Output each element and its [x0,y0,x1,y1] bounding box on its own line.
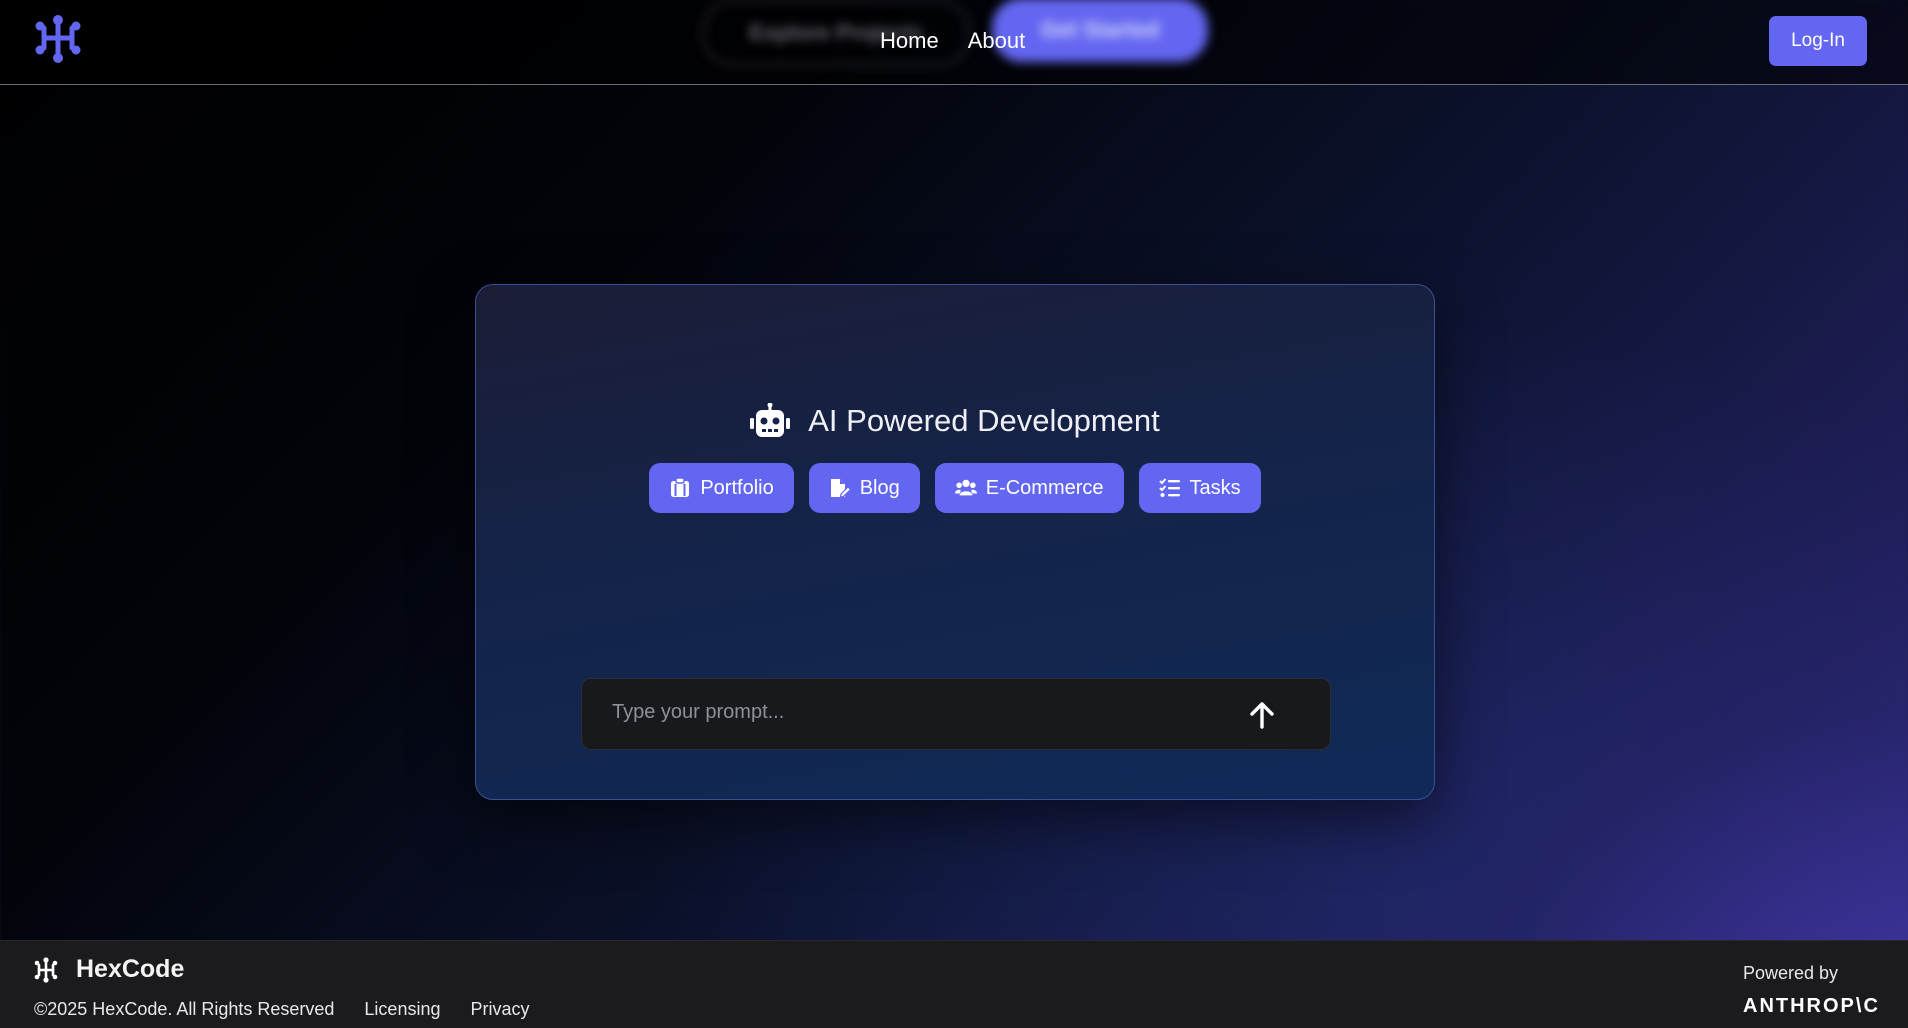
file-pen-icon [830,479,851,498]
footer-link-privacy[interactable]: Privacy [470,999,529,1020]
chip-label: Tasks [1189,476,1241,499]
card-title: AI Powered Development [808,403,1160,438]
footer-link-licensing[interactable]: Licensing [364,999,440,1020]
login-button[interactable]: Log-In [1769,16,1867,66]
chip-label: E-Commerce [985,476,1104,499]
powered-by-label: Powered by [1743,963,1839,983]
chip-ecommerce[interactable]: E-Commerce [934,463,1124,513]
chip-blog[interactable]: Blog [808,463,920,513]
hexcode-logo-icon [34,956,58,983]
footer-brand-name: HexCode [76,955,185,983]
copyright-text: ©2025 HexCode. All Rights Reserved [34,999,335,1019]
list-check-icon [1158,478,1180,497]
ai-prompt-card: AI Powered Development Portfolio Blog E-… [475,284,1435,800]
footer-brand: HexCode [34,955,184,984]
clipboard-icon [671,478,690,497]
top-navbar: Explore Projects Get Started Home About … [0,0,1908,85]
chip-portfolio[interactable]: Portfolio [649,463,794,513]
prompt-input[interactable] [610,695,1214,729]
users-icon [954,479,977,496]
arrow-up-icon [1250,702,1274,729]
main-nav: Home About [880,28,1025,54]
provider-logo[interactable]: ANTHROP\C [1743,995,1880,1018]
footer-links: ©2025 HexCode. All Rights Reserved Licen… [34,999,530,1020]
prompt-box [581,678,1331,750]
send-button[interactable] [1242,695,1282,735]
card-heading: AI Powered Development [476,403,1434,439]
hexcode-logo-icon[interactable] [34,14,82,64]
nav-link-home[interactable]: Home [880,28,939,54]
chip-tasks[interactable]: Tasks [1138,463,1261,513]
template-chips: Portfolio Blog E-Commerce Tasks [476,463,1434,513]
site-footer: HexCode ©2025 HexCode. All Rights Reserv… [0,940,1908,1028]
nav-link-about[interactable]: About [968,28,1026,54]
chip-label: Portfolio [700,476,774,499]
robot-icon [750,403,791,437]
chip-label: Blog [859,476,900,499]
